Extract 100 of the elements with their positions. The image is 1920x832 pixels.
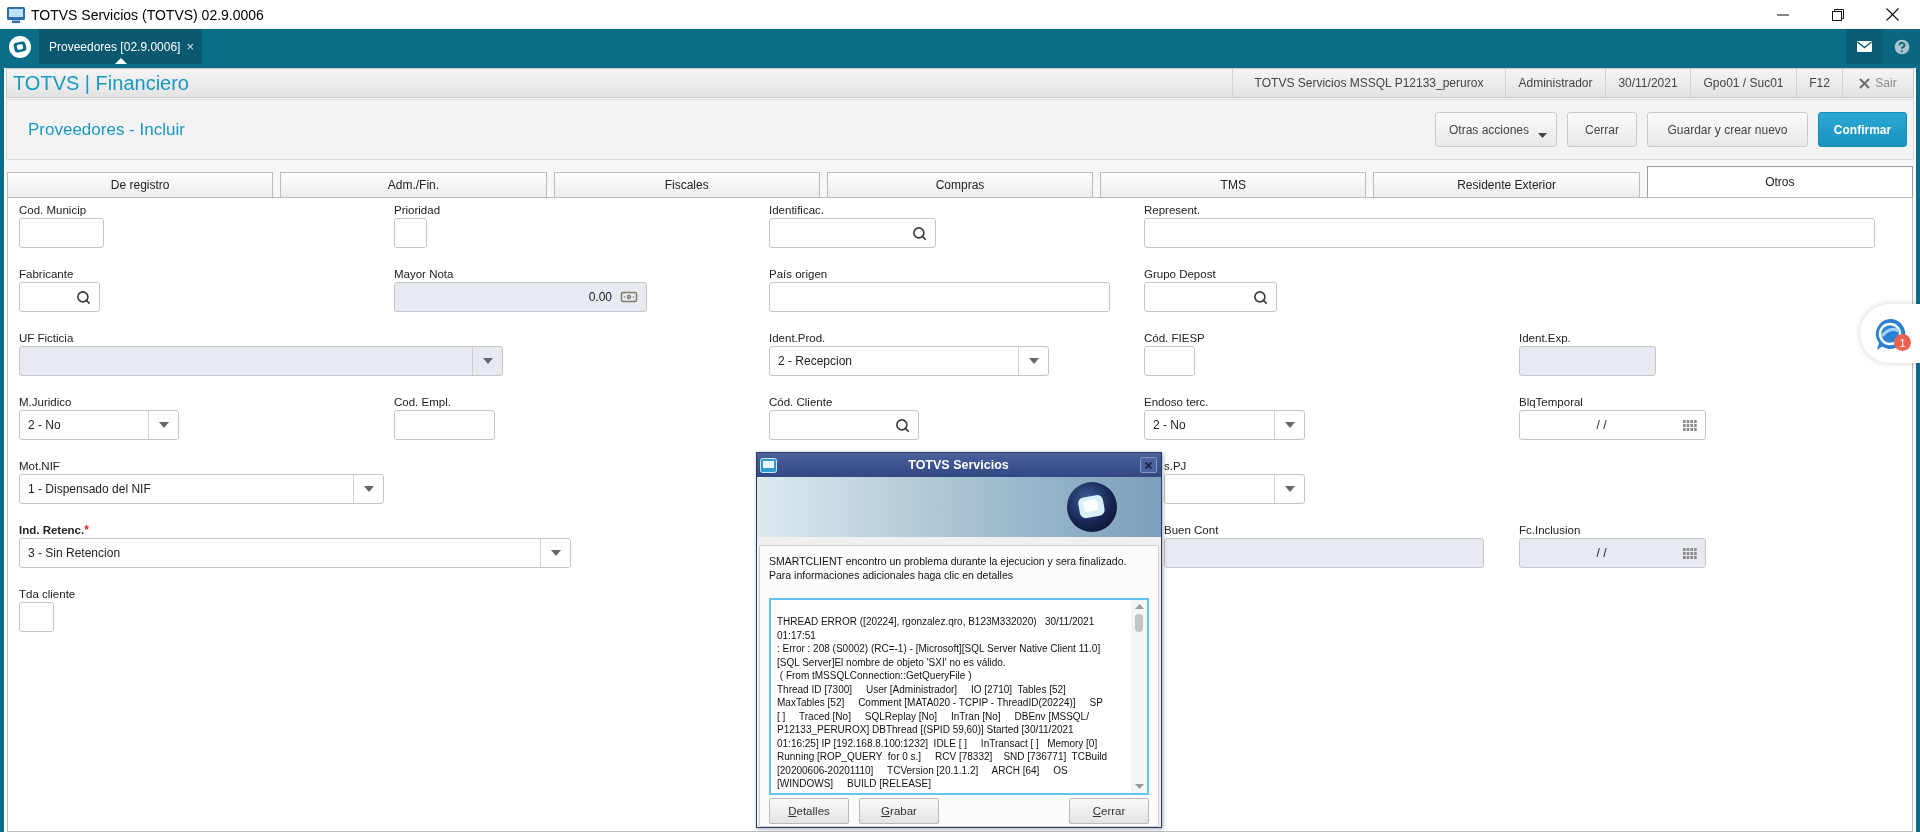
logo-icon bbox=[1067, 482, 1117, 532]
search-icon[interactable] bbox=[895, 417, 910, 433]
dropdown-arrow-icon bbox=[482, 358, 493, 364]
more-actions-button[interactable]: Otras acciones bbox=[1435, 112, 1557, 147]
form-tab[interactable]: De registro bbox=[7, 172, 274, 197]
header-info: Gpo01 / Suc01 bbox=[1690, 69, 1796, 97]
field-label: Ident.Exp. bbox=[1519, 332, 1571, 345]
page-title: Proveedores - Incluir bbox=[28, 119, 186, 140]
field-label: Ident.Prod. bbox=[769, 332, 826, 345]
field-label: Mot.NIF bbox=[19, 460, 60, 473]
close-button[interactable] bbox=[1140, 457, 1157, 473]
dropdown-field[interactable]: 1 - Dispensado del NIF bbox=[19, 474, 384, 504]
help-icon bbox=[1891, 36, 1912, 57]
lookup-field[interactable] bbox=[769, 410, 919, 440]
header-info: Administrador bbox=[1505, 69, 1605, 97]
form-tab[interactable]: Adm./Fin. bbox=[280, 172, 547, 197]
calendar-icon[interactable] bbox=[1683, 419, 1697, 431]
field-label: Buen Cont bbox=[1164, 524, 1219, 537]
restore-icon bbox=[1831, 8, 1844, 21]
field-label: Represent. bbox=[1144, 204, 1201, 217]
module-title: TOTVS | Financiero bbox=[12, 71, 190, 95]
field-label: Cód. Cliente bbox=[769, 396, 833, 409]
field-label: Grupo Depost bbox=[1144, 268, 1216, 281]
scrollbar[interactable] bbox=[1131, 600, 1147, 793]
close-icon bbox=[1859, 77, 1871, 89]
minimize-icon bbox=[1776, 13, 1789, 16]
form-tab[interactable]: Otros bbox=[1646, 166, 1913, 197]
dropdown-field[interactable]: 3 - Sin Retencion bbox=[19, 538, 571, 568]
notification-badge: 1 bbox=[1894, 334, 1911, 351]
required-mark: * bbox=[84, 524, 89, 537]
form-tab[interactable]: Fiscales bbox=[553, 172, 820, 197]
mail-button[interactable] bbox=[1846, 29, 1883, 64]
save-and-new-button[interactable]: Guardar y crear nuevo bbox=[1647, 112, 1808, 147]
form-tab[interactable]: Residente Exterior bbox=[1373, 172, 1640, 197]
text-field[interactable] bbox=[19, 602, 54, 632]
header-info: F12 bbox=[1796, 69, 1842, 97]
dropdown-field[interactable] bbox=[1164, 474, 1305, 504]
window-title: TOTVS Servicios (TOTVS) 02.9.0006 bbox=[31, 6, 265, 23]
field-label: Mayor Nota bbox=[394, 268, 454, 281]
text-field[interactable] bbox=[769, 282, 1110, 312]
field-label: Prioridad bbox=[394, 204, 441, 217]
field-label: s.PJ bbox=[1164, 460, 1187, 473]
text-field[interactable] bbox=[394, 410, 495, 440]
save-button[interactable]: Grabar bbox=[859, 798, 939, 824]
dropdown-field[interactable]: 2 - Recepcion bbox=[769, 346, 1049, 376]
dropdown-arrow-icon bbox=[363, 486, 374, 492]
date-field[interactable]: / / bbox=[1519, 410, 1706, 440]
help-button[interactable] bbox=[1883, 29, 1920, 64]
dropdown-field[interactable]: 2 - No bbox=[1144, 410, 1305, 440]
lookup-field[interactable] bbox=[19, 282, 100, 312]
log-text: THREAD ERROR ([20224], rgonzalez.qro, B123M332020) 30/11/2021 01:17:51 : Error : 208 (S0002) (RC=-1) - [Microsoft][SQL Server Native Client 11.0] [SQL Server]El nombre de objeto 'SXI' no es válido. ( From tMSSQLConnection::GetQueryFile ) Thread ID [7300] User [Administrador] IO [2710] Tables [52] MaxTables [52] Comment [MATA020 - TCPIP - ThreadID(20224)] SP [ ] Traced [No] SQLReplay [No] InTran [No] DBEnv [MSSQL/ P12133_PERUROX] DBThread [(SPID 59,60)] Started [30/11/2021 01:16:25] IP [192.168.8.100:1232] IDLE [ ] InTransact [ ] Memory [0] Running [ROP_QUERY for 0 s.] RCV [78332] SND [736771] TCBuild [20200606-20201110] TCVersion [20.1.1.2] ARCH [64] OS [WINDOWS] BUILD [RELEASE] bbox=[776, 615, 1109, 791]
text-field[interactable] bbox=[1144, 346, 1195, 376]
lookup-field[interactable] bbox=[1144, 282, 1277, 312]
field-label: M.Juridico bbox=[19, 396, 72, 409]
app-icon bbox=[760, 457, 777, 473]
dialog-title: TOTVS Servicios bbox=[907, 458, 1010, 472]
header-info: 30/11/2021 bbox=[1605, 69, 1690, 97]
close-button[interactable]: Cerrar bbox=[1567, 112, 1637, 147]
scroll-down-icon[interactable] bbox=[1134, 784, 1144, 789]
field-label: Cód. FIESP bbox=[1144, 332, 1205, 345]
close-icon bbox=[1145, 461, 1152, 469]
dropdown-arrow-icon bbox=[550, 550, 561, 556]
dropdown-arrow-icon bbox=[1284, 422, 1295, 428]
scroll-thumb[interactable] bbox=[1135, 614, 1143, 632]
dropdown-arrow-icon bbox=[158, 422, 169, 428]
tab-close-button[interactable]: × bbox=[186, 39, 195, 54]
field-label: Fabricante bbox=[19, 268, 74, 281]
dropdown-arrow-icon bbox=[1028, 358, 1039, 364]
search-icon[interactable] bbox=[76, 289, 91, 305]
text-field[interactable] bbox=[19, 218, 104, 248]
text-field[interactable] bbox=[1144, 218, 1875, 248]
lookup-field[interactable] bbox=[769, 218, 936, 248]
error-log-field[interactable] bbox=[769, 598, 1149, 795]
dropdown-field[interactable]: 2 - No bbox=[19, 410, 179, 440]
tab-pointer-icon bbox=[114, 58, 127, 64]
close-button[interactable]: Cerrar bbox=[1069, 798, 1149, 824]
app-icon bbox=[7, 6, 25, 23]
form-tab[interactable]: Compras bbox=[826, 172, 1094, 197]
details-button[interactable]: Detalles bbox=[769, 798, 849, 824]
field-label: Tda cliente bbox=[19, 588, 76, 601]
field-label: Ind. Retenc. bbox=[19, 524, 85, 537]
header-info: TOTVS Servicios MSSQL P12133_perurox bbox=[1232, 69, 1505, 97]
field-label: Endoso terc. bbox=[1144, 396, 1209, 409]
field-label: UF Ficticia bbox=[19, 332, 74, 345]
search-icon[interactable] bbox=[1253, 289, 1268, 305]
caret-icon bbox=[1538, 133, 1547, 138]
app-tab[interactable]: Proveedores [02.9.0006] × bbox=[39, 29, 203, 64]
form-tab[interactable]: TMS bbox=[1100, 172, 1367, 197]
logo-icon bbox=[8, 35, 31, 58]
field-label: Cod. Municip bbox=[19, 204, 87, 217]
dropdown-arrow-icon bbox=[1284, 486, 1295, 492]
scroll-up-icon[interactable] bbox=[1134, 604, 1144, 609]
field-label: Fc.Inclusion bbox=[1519, 524, 1581, 537]
field-label: País origen bbox=[769, 268, 828, 281]
field-label: Identificac. bbox=[769, 204, 824, 217]
text-field[interactable] bbox=[394, 218, 427, 248]
close-icon bbox=[1886, 8, 1899, 21]
field-label: BlqTemporal bbox=[1519, 396, 1583, 409]
search-icon[interactable] bbox=[912, 225, 927, 241]
field-label: Cod. Empl. bbox=[394, 396, 451, 409]
